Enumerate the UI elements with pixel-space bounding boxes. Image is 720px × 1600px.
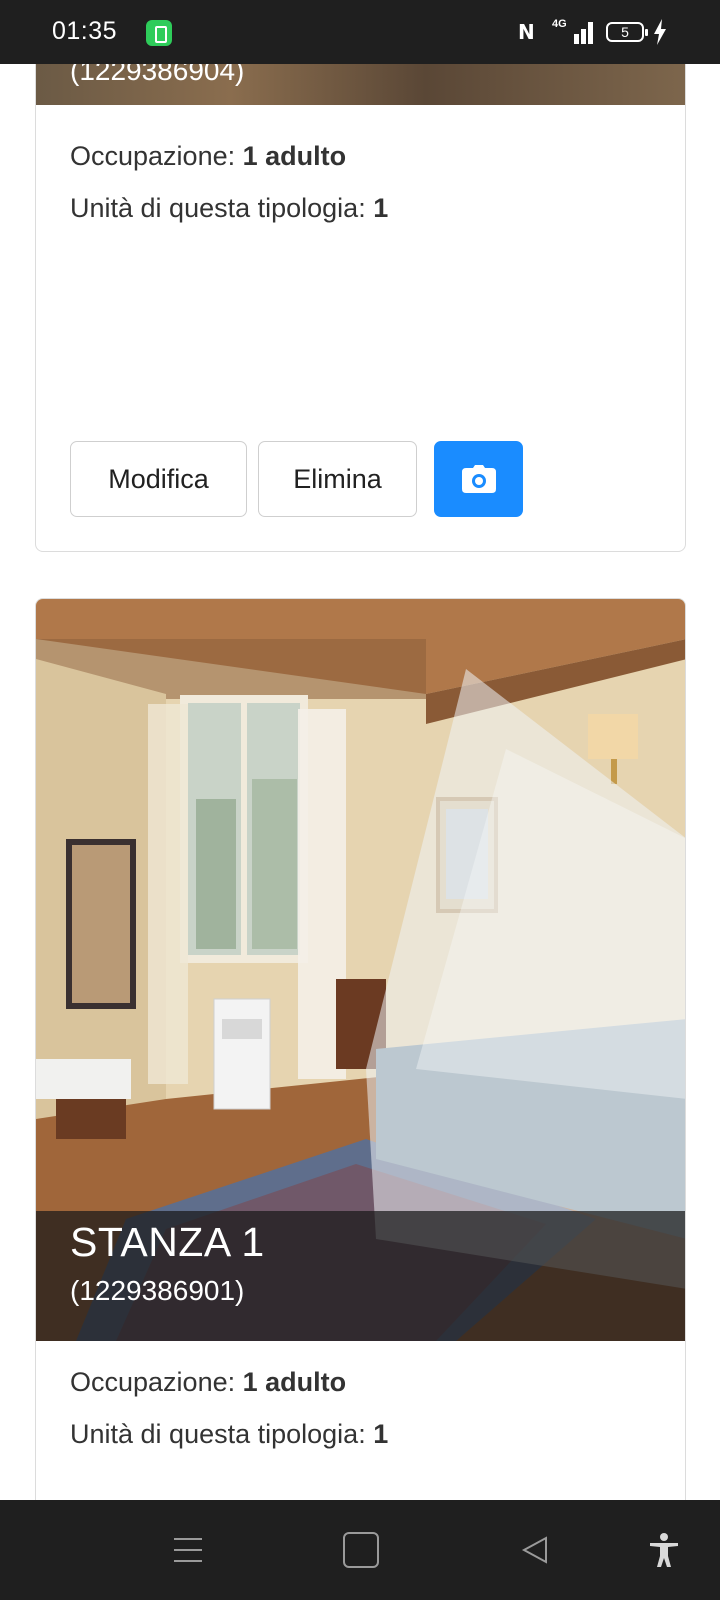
units-label: Unità di questa tipologia:	[70, 1419, 366, 1449]
occupancy-label: Occupazione:	[70, 141, 236, 171]
room-card: (1229386904) Occupazione: 1 adulto Unità…	[35, 40, 686, 552]
room-photo[interactable]: STANZA 1 (1229386901)	[36, 599, 685, 1341]
signal-icon: 4G	[552, 18, 596, 46]
occupancy-value: 1 adulto	[242, 1367, 347, 1397]
photo-button[interactable]	[434, 441, 523, 517]
accessibility-icon[interactable]	[646, 1532, 682, 1568]
occupancy-row: Occupazione: 1 adulto	[70, 1367, 346, 1398]
units-value: 1	[373, 1419, 389, 1449]
delete-button[interactable]: Elimina	[258, 441, 417, 517]
nfc-icon: N	[518, 20, 535, 44]
navigation-bar	[0, 1500, 720, 1600]
occupancy-value: 1 adulto	[242, 141, 347, 171]
battery-saver-icon	[146, 20, 172, 46]
room-title: STANZA 1	[70, 1219, 265, 1265]
battery-icon: 5	[606, 22, 648, 42]
status-time: 01:35	[52, 17, 118, 45]
units-value: 1	[373, 193, 389, 223]
units-row: Unità di questa tipologia: 1	[70, 193, 388, 224]
menu-icon[interactable]	[170, 1532, 206, 1568]
back-icon[interactable]	[518, 1532, 554, 1568]
network-type: 4G	[552, 18, 567, 30]
charging-icon	[654, 19, 666, 45]
units-label: Unità di questa tipologia:	[70, 193, 366, 223]
room-card: STANZA 1 (1229386901) Occupazione: 1 adu…	[35, 598, 686, 1600]
status-bar: 01:35 N 4G 5	[0, 0, 720, 64]
home-icon[interactable]	[343, 1532, 379, 1568]
occupancy-label: Occupazione:	[70, 1367, 236, 1397]
camera-icon	[461, 465, 496, 493]
room-code: (1229386901)	[70, 1275, 245, 1306]
edit-button[interactable]: Modifica	[70, 441, 247, 517]
units-row: Unità di questa tipologia: 1	[70, 1419, 388, 1450]
occupancy-row: Occupazione: 1 adulto	[70, 141, 346, 172]
